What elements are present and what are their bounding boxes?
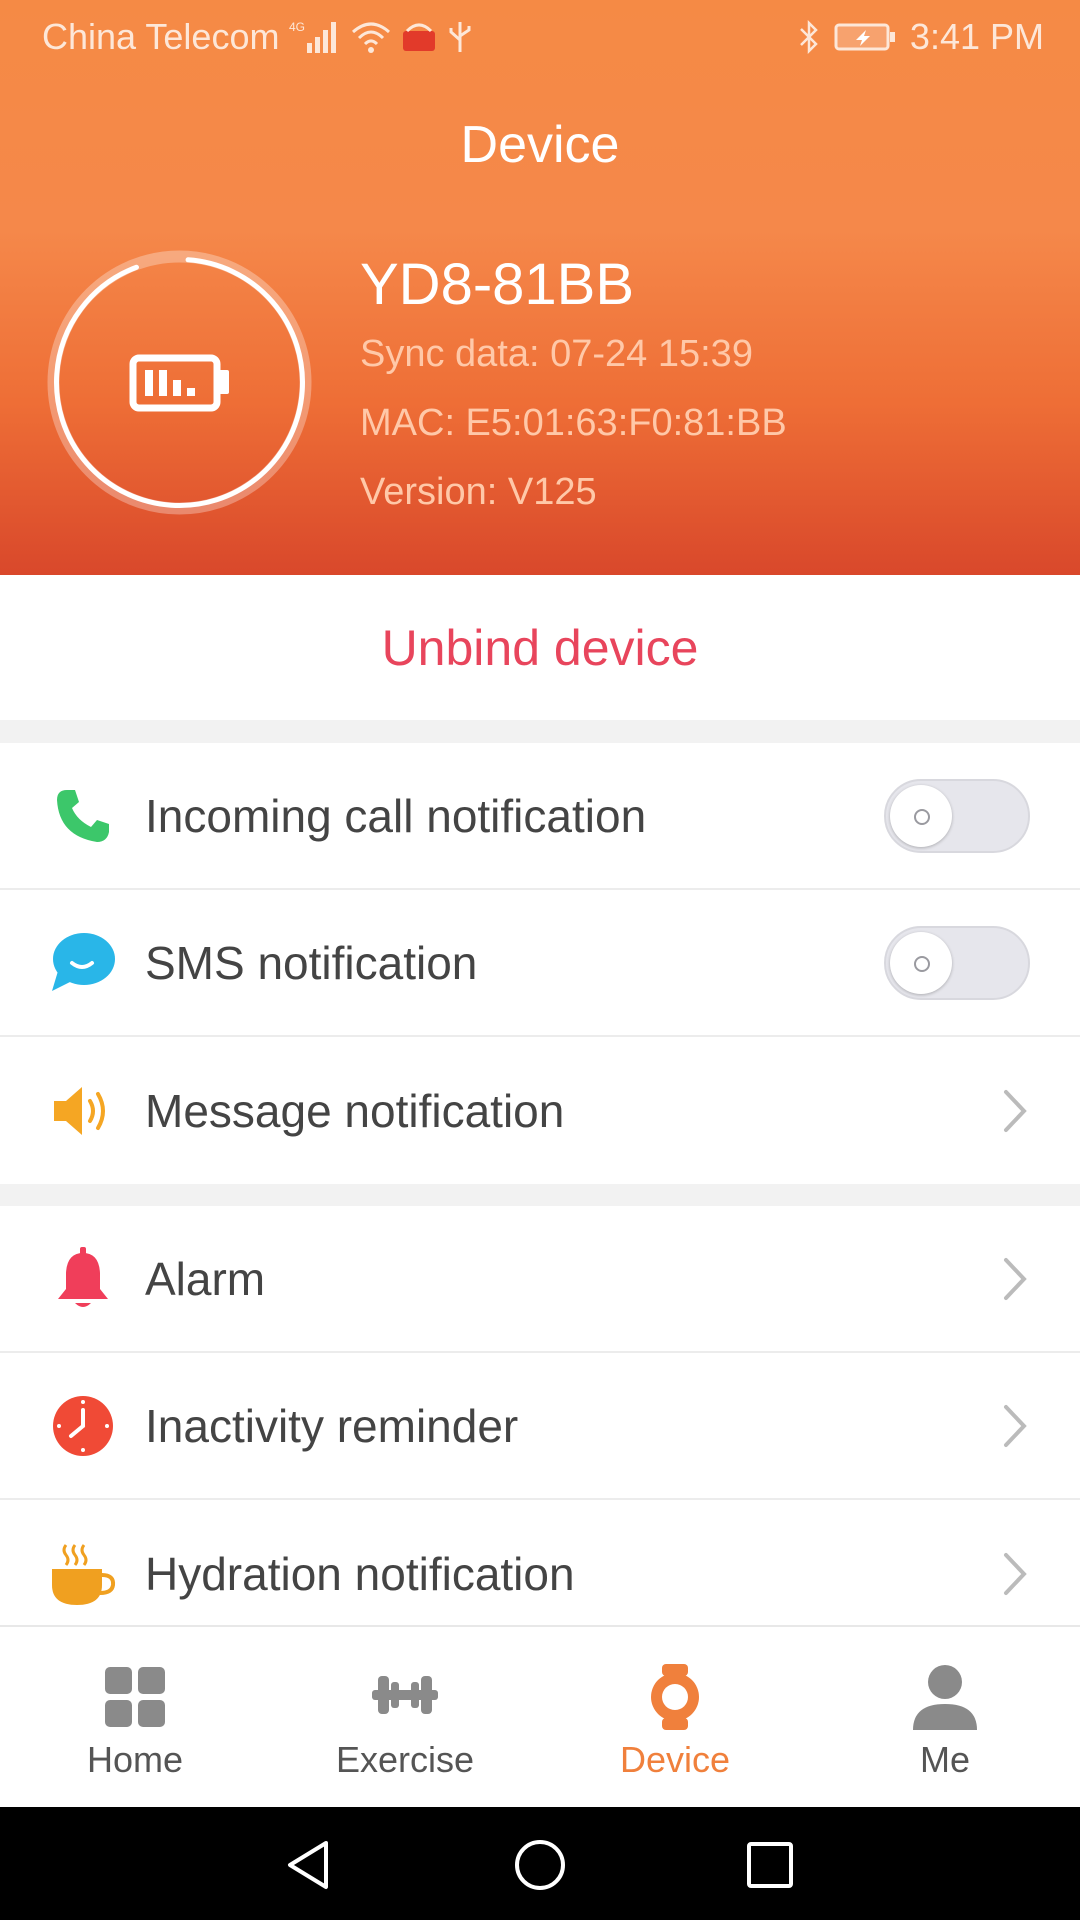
back-icon[interactable] xyxy=(280,1835,340,1895)
device-name: YD8-81BB xyxy=(360,252,635,317)
chat-bubble-icon xyxy=(50,930,116,996)
svg-text:4G: 4G xyxy=(289,20,305,34)
message-notification-row[interactable]: Message notification xyxy=(0,1037,1080,1184)
status-bar: China Telecom 4G 3:41 PM xyxy=(0,0,1080,75)
person-icon xyxy=(913,1665,977,1730)
bluetooth-icon xyxy=(800,20,818,54)
device-header: China Telecom 4G 3:41 PM Device YD8-81BB… xyxy=(0,0,1080,575)
nav-me-label: Me xyxy=(919,1739,970,1780)
recents-square-icon[interactable] xyxy=(740,1835,800,1895)
sms-label: SMS notification xyxy=(145,936,478,989)
nav-me[interactable]: Me xyxy=(810,1627,1080,1807)
phone-icon xyxy=(50,783,116,849)
chevron-right-icon xyxy=(1004,1404,1027,1447)
sync-time: Sync data: 07-24 15:39 xyxy=(360,333,753,375)
grid-icon xyxy=(105,1667,165,1727)
clock-icon xyxy=(50,1393,116,1459)
page-title: Device xyxy=(460,116,620,174)
incoming-call-label: Incoming call notification xyxy=(145,789,647,842)
chevron-right-icon xyxy=(1004,1257,1027,1300)
carrier-name: China Telecom xyxy=(42,16,280,57)
clock: 3:41 PM xyxy=(909,16,1044,57)
device-info: YD8-81BB Sync data: 07-24 15:39 MAC: E5:… xyxy=(360,250,787,527)
sms-toggle[interactable] xyxy=(884,925,1030,1000)
nav-exercise-label: Exercise xyxy=(335,1739,475,1780)
battery-charging-icon xyxy=(834,23,895,51)
alarm-row[interactable]: Alarm xyxy=(0,1206,1080,1353)
hydration-notification-label: Hydration notification xyxy=(145,1547,575,1600)
home-circle-icon[interactable] xyxy=(510,1835,570,1895)
bell-icon xyxy=(50,1246,116,1312)
nav-device-label: Device xyxy=(619,1739,731,1780)
mac-address: MAC: E5:01:63:F0:81:BB xyxy=(360,402,787,444)
chevron-right-icon xyxy=(1004,1552,1027,1595)
alarm-label: Alarm xyxy=(145,1252,266,1305)
usb-icon xyxy=(449,22,471,52)
bottom-navigation: Home Exercise Device Me xyxy=(0,1625,1080,1807)
dumbbell-icon xyxy=(372,1676,438,1714)
incoming-call-row[interactable]: Incoming call notification xyxy=(0,743,1080,890)
speaker-icon xyxy=(50,1078,116,1144)
cellular-signal-icon: 4G xyxy=(289,20,337,53)
inactivity-reminder-label: Inactivity reminder xyxy=(145,1399,519,1452)
nav-home[interactable]: Home xyxy=(0,1627,270,1807)
message-notification-label: Message notification xyxy=(145,1084,565,1137)
app-notification-icon xyxy=(403,23,436,51)
firmware-version: Version: V125 xyxy=(360,471,597,513)
battery-ring xyxy=(47,250,312,515)
wifi-icon xyxy=(352,22,391,53)
reminder-settings: Alarm Inactivity reminder Hydration noti… xyxy=(0,1206,1080,1647)
chevron-right-icon xyxy=(1004,1089,1027,1132)
nav-device[interactable]: Device xyxy=(540,1627,810,1807)
coffee-cup-icon xyxy=(50,1541,116,1607)
device-battery-icon xyxy=(129,354,229,412)
nav-home-label: Home xyxy=(86,1739,184,1780)
incoming-call-toggle[interactable] xyxy=(884,778,1030,853)
inactivity-reminder-row[interactable]: Inactivity reminder xyxy=(0,1353,1080,1500)
sms-row[interactable]: SMS notification xyxy=(0,890,1080,1037)
unbind-device-button[interactable]: Unbind device xyxy=(0,575,1080,720)
watch-icon xyxy=(651,1664,699,1730)
system-navigation-bar xyxy=(0,1807,1080,1920)
notification-settings: Incoming call notification SMS notificat… xyxy=(0,743,1080,1184)
nav-exercise[interactable]: Exercise xyxy=(270,1627,540,1807)
